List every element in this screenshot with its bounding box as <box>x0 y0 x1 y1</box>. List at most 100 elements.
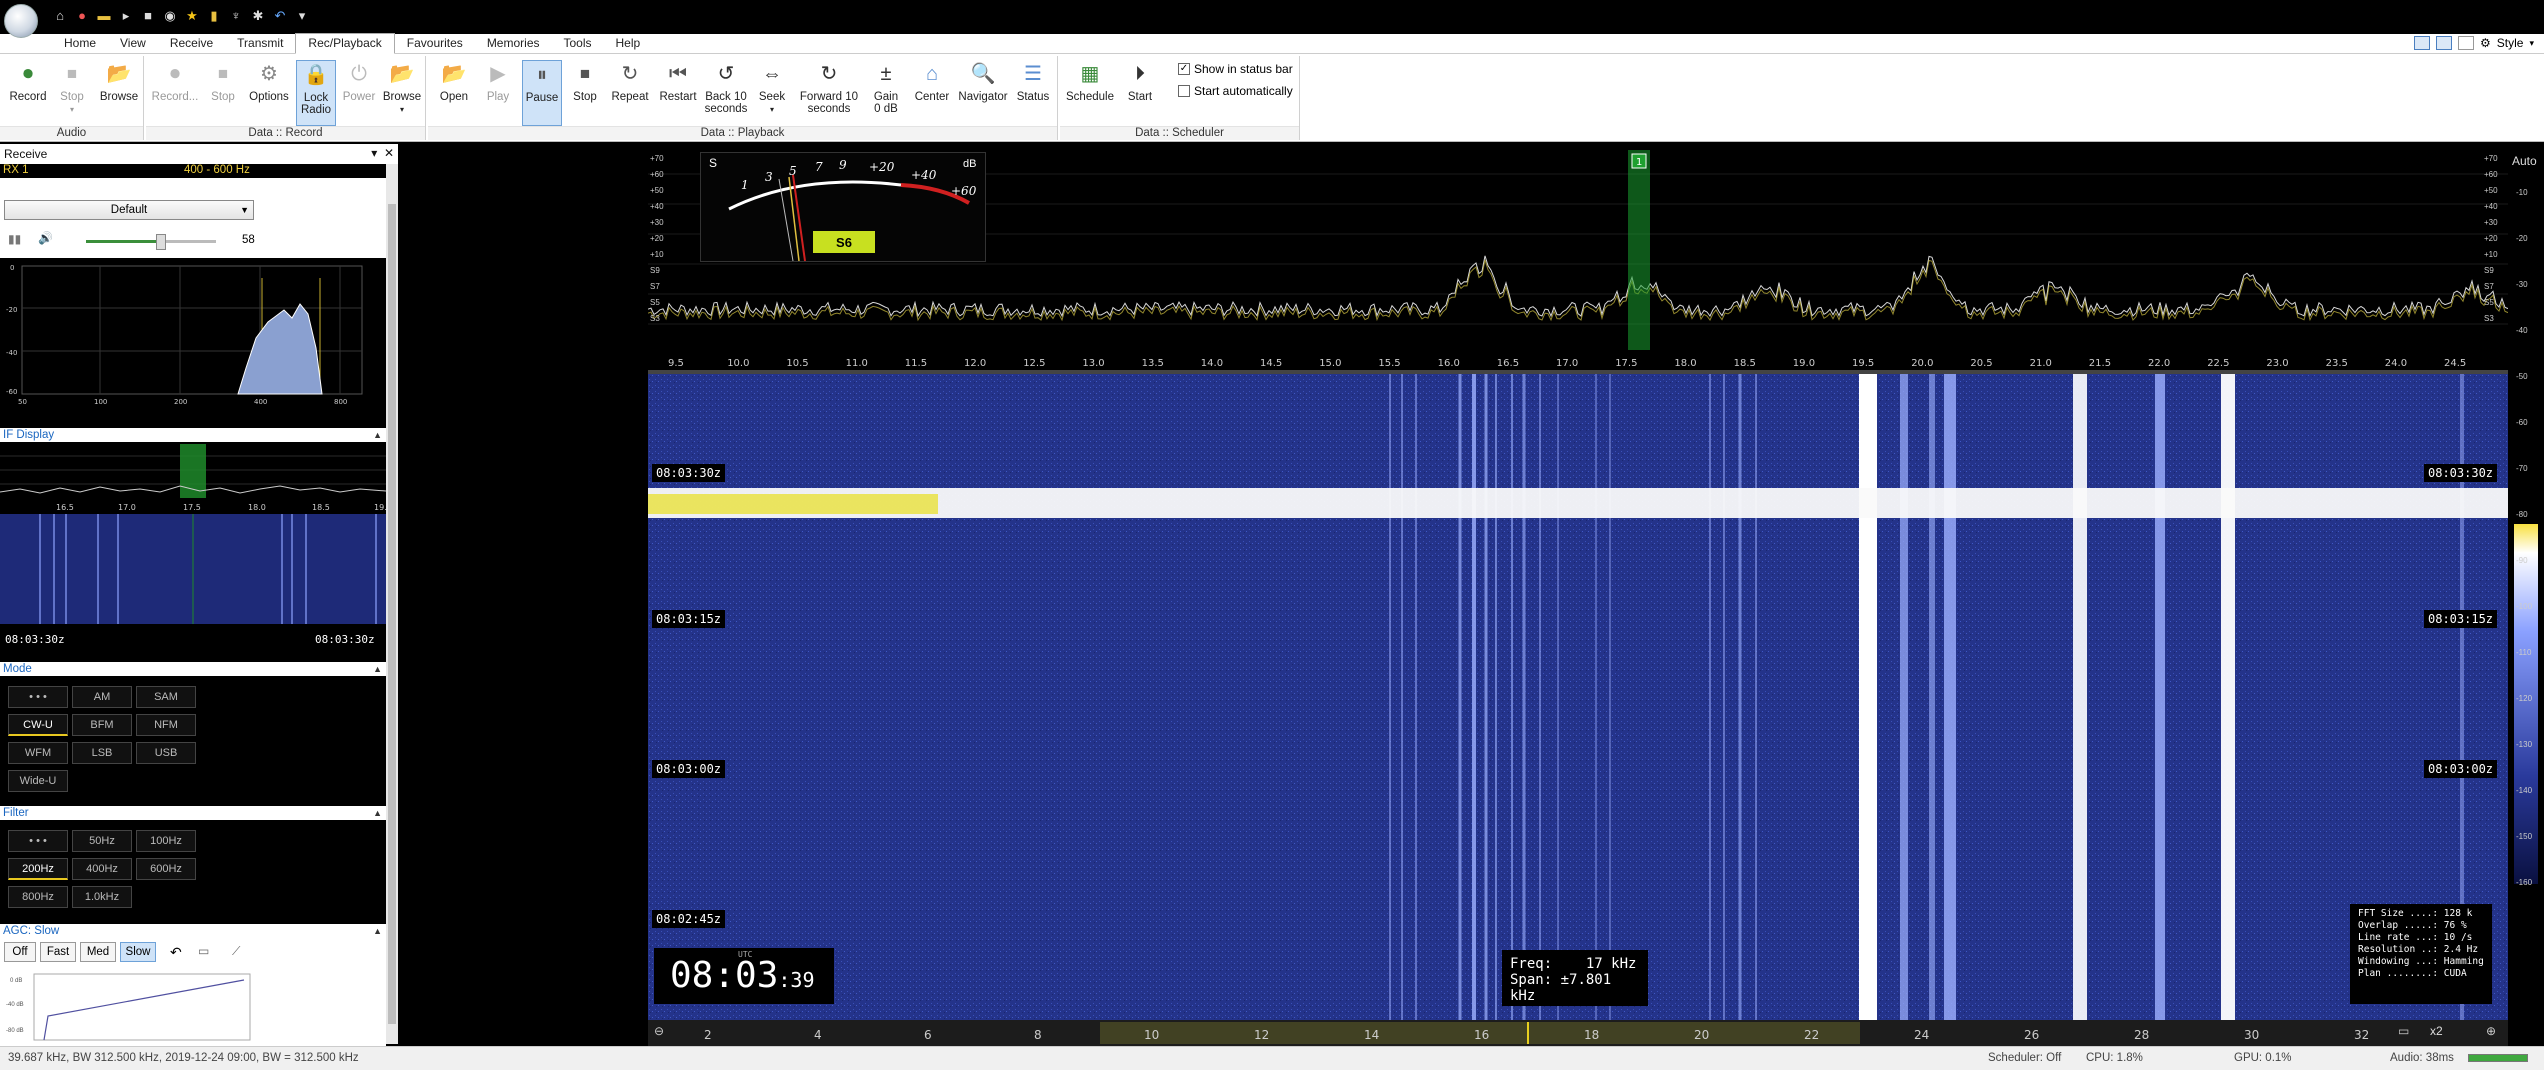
agc-slow-button[interactable]: Slow <box>120 942 156 962</box>
collapse-icon[interactable]: ▲ <box>373 428 382 442</box>
panel-controls[interactable]: ▾ ✕ <box>371 146 394 160</box>
seek-button[interactable]: ⇔ Seek ▾ <box>752 60 792 126</box>
forward-10-button[interactable]: ↻ Forward 10 seconds <box>796 60 862 126</box>
filter-600hz-button[interactable]: 600Hz <box>136 858 196 880</box>
data-browse-button[interactable]: 📂 Browse ▾ <box>380 60 424 126</box>
audio-stop-button[interactable]: ⏹ Stop ▾ <box>52 60 92 126</box>
collapse-icon[interactable]: ▲ <box>373 924 382 938</box>
agc-header[interactable]: AGC: Slow ▲ <box>0 924 386 938</box>
pause-button[interactable]: ⏸ Pause <box>522 60 562 126</box>
mode-wideu-button[interactable]: Wide-U <box>8 770 68 792</box>
play-button[interactable]: ▶ Play <box>478 60 518 126</box>
style-menu[interactable]: Style <box>2497 36 2524 50</box>
navigator-button[interactable]: 🔍 Navigator <box>956 60 1010 126</box>
snapshot-icon[interactable]: ◉ <box>162 8 178 24</box>
agc-off-button[interactable]: Off <box>4 942 36 962</box>
filter-200hz-button[interactable]: 200Hz <box>8 858 68 880</box>
tab-memories[interactable]: Memories <box>475 34 552 53</box>
preset-dropdown[interactable]: Default ▼ <box>4 200 254 220</box>
agc-config-icon[interactable]: ▭ <box>198 944 209 958</box>
data-stop-button[interactable]: ⏹ Stop <box>204 60 242 126</box>
collapse-icon[interactable]: ▲ <box>373 806 382 820</box>
tab-rec-playback[interactable]: Rec/Playback <box>295 33 395 54</box>
collapse-icon[interactable]: ▲ <box>373 662 382 676</box>
scroll-thumb[interactable] <box>388 204 396 1024</box>
color-gradient[interactable] <box>2514 524 2538 884</box>
if-display-header[interactable]: IF Display ▲ <box>0 428 386 442</box>
filter-1khz-button[interactable]: 1.0kHz <box>72 886 132 908</box>
layout-3-icon[interactable] <box>2458 36 2475 50</box>
auto-button[interactable]: Auto <box>2512 154 2537 168</box>
agc-fast-button[interactable]: Fast <box>40 942 76 962</box>
speaker-icon[interactable]: 🔊 <box>38 231 53 245</box>
settings-icon[interactable]: ✱ <box>250 8 266 24</box>
folder-icon[interactable]: ▬ <box>96 8 112 24</box>
filter-header[interactable]: Filter ▲ <box>0 806 386 820</box>
home-icon[interactable]: ⌂ <box>52 8 68 24</box>
gain-button[interactable]: ± Gain 0 dB <box>866 60 906 126</box>
audio-record-button[interactable]: ⏺ Record <box>6 60 50 126</box>
dropdown-icon[interactable]: ▾ <box>294 8 310 24</box>
status-button[interactable]: ☰ Status <box>1012 60 1054 126</box>
filter-400hz-button[interactable]: 400Hz <box>72 858 132 880</box>
record-icon[interactable]: ● <box>74 8 90 24</box>
tab-view[interactable]: View <box>108 34 158 53</box>
schedule-button[interactable]: ▦ Schedule <box>1064 60 1116 126</box>
mode-am-button[interactable]: AM <box>72 686 132 708</box>
agc-med-button[interactable]: Med <box>80 942 116 962</box>
mode-more-button[interactable]: • • • <box>8 686 68 708</box>
undo-icon[interactable]: ↶ <box>272 8 288 24</box>
stop-icon[interactable]: ■ <box>140 8 156 24</box>
tab-favourites[interactable]: Favourites <box>395 34 475 53</box>
undo-icon[interactable]: ↶ <box>170 944 182 961</box>
repeat-button[interactable]: ↻ Repeat <box>608 60 652 126</box>
tab-transmit[interactable]: Transmit <box>225 34 295 53</box>
chevron-down-icon[interactable]: ▾ <box>2529 38 2534 49</box>
app-menu-button[interactable] <box>4 4 38 38</box>
restart-button[interactable]: ⏮ Restart <box>656 60 700 126</box>
back-10-button[interactable]: ↺ Back 10 seconds <box>702 60 750 126</box>
power-button[interactable]: ⏻ Power <box>340 60 378 126</box>
filter-800hz-button[interactable]: 800Hz <box>8 886 68 908</box>
data-options-button[interactable]: ⚙ Options <box>246 60 292 126</box>
filter-more-button[interactable]: • • • <box>8 830 68 852</box>
filter-100hz-button[interactable]: 100Hz <box>136 830 196 852</box>
mode-nfm-button[interactable]: NFM <box>136 714 196 736</box>
mode-wfm-button[interactable]: WFM <box>8 742 68 764</box>
volume-slider[interactable] <box>86 234 216 250</box>
left-panel-scrollbar[interactable] <box>386 164 398 1044</box>
volume-handle[interactable] <box>156 234 167 250</box>
panel-splitter[interactable] <box>398 144 648 1046</box>
lock-icon[interactable]: ▮ <box>206 8 222 24</box>
tab-tools[interactable]: Tools <box>552 34 604 53</box>
vfo-marker[interactable] <box>1628 150 1650 350</box>
nav-left-icon[interactable]: ⊖ <box>654 1024 664 1038</box>
center-button[interactable]: ⌂ Center <box>910 60 954 126</box>
mode-bfm-button[interactable]: BFM <box>72 714 132 736</box>
agc-graph-icon[interactable]: ⟋ <box>232 944 240 959</box>
audio-browse-button[interactable]: 📂 Browse <box>96 60 142 126</box>
nav-camera-icon[interactable]: ▭ <box>2398 1024 2409 1038</box>
data-record-button[interactable]: ⏺ Record... <box>150 60 200 126</box>
scheduler-start-button[interactable]: ⏵ Start <box>1120 60 1160 126</box>
nav-right-icon[interactable]: ⊕ <box>2486 1024 2496 1038</box>
tab-help[interactable]: Help <box>604 34 653 53</box>
open-button[interactable]: 📂 Open <box>434 60 474 126</box>
mode-lsb-button[interactable]: LSB <box>72 742 132 764</box>
tab-home[interactable]: Home <box>52 34 108 53</box>
mode-header[interactable]: Mode ▲ <box>0 662 386 676</box>
signal-bars-icon[interactable]: ▮▮ <box>8 232 21 246</box>
filter-50hz-button[interactable]: 50Hz <box>72 830 132 852</box>
antenna-icon[interactable]: ♆ <box>228 8 244 24</box>
tab-receive[interactable]: Receive <box>158 34 225 53</box>
start-automatically-checkbox[interactable]: Start automatically <box>1178 84 1293 98</box>
nav-zoom[interactable]: x2 <box>2430 1024 2443 1038</box>
mode-usb-button[interactable]: USB <box>136 742 196 764</box>
layout-1-icon[interactable] <box>2414 36 2431 50</box>
layout-2-icon[interactable] <box>2436 36 2453 50</box>
play-icon[interactable]: ▸ <box>118 8 134 24</box>
show-in-status-bar-checkbox[interactable]: ✓ Show in status bar <box>1178 62 1293 76</box>
mode-cwu-button[interactable]: CW-U <box>8 714 68 736</box>
mode-sam-button[interactable]: SAM <box>136 686 196 708</box>
lock-radio-button[interactable]: 🔒 Lock Radio <box>296 60 336 126</box>
